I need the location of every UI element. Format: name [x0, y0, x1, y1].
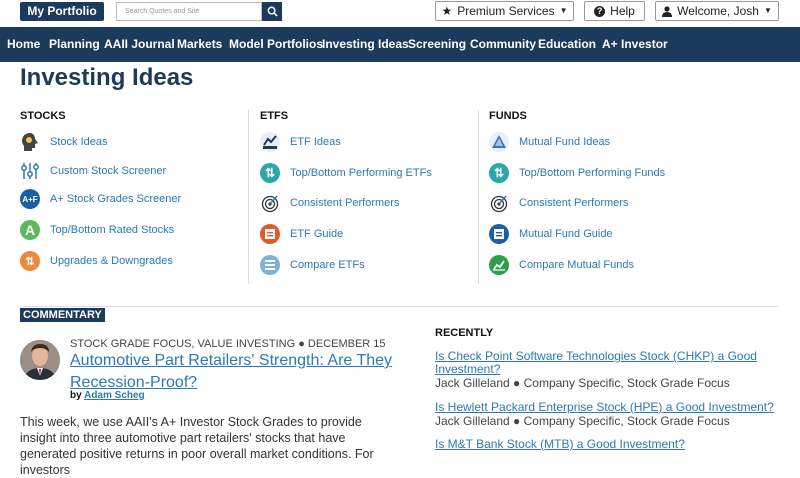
nav-investing-ideas[interactable]: Investing Ideas	[322, 27, 409, 62]
caret-down-icon: ▼	[763, 6, 772, 15]
search-icon	[267, 6, 278, 17]
nav-aaii-journal[interactable]: AAII Journal	[104, 27, 175, 62]
welcome-label: Welcome, Josh	[677, 4, 759, 18]
star-icon: ★	[441, 4, 453, 18]
consistent-performers-etf-label: Consistent Performers	[290, 197, 400, 209]
nav-markets[interactable]: Markets	[177, 27, 222, 62]
question-icon: ?	[594, 5, 606, 17]
compare-etfs-link[interactable]: Compare ETFs	[260, 254, 365, 276]
compare-mutual-funds-label: Compare Mutual Funds	[519, 259, 634, 271]
stock-ideas-label: Stock Ideas	[50, 136, 108, 148]
author-link[interactable]: Adam Scheg	[84, 390, 145, 401]
section-divider	[20, 306, 778, 307]
column-divider	[478, 110, 479, 284]
etf-ideas-link[interactable]: ETF Ideas	[260, 131, 341, 153]
top-bottom-rated-stocks-link[interactable]: A Top/Bottom Rated Stocks	[20, 219, 174, 241]
main-nav: Home Planning AAII Journal Markets Model…	[0, 27, 800, 62]
up-down-arrows-icon: ⇅	[260, 163, 280, 183]
top-bottom-performing-etfs-label: Top/Bottom Performing ETFs	[290, 167, 432, 179]
etf-ideas-label: ETF Ideas	[290, 136, 341, 148]
pyramid-icon	[489, 132, 509, 152]
premium-services-menu[interactable]: ★ Premium Services ▼	[435, 1, 574, 21]
stocks-heading: STOCKS	[20, 110, 66, 122]
a-plus-stock-grades-screener-label: A+ Stock Grades Screener	[50, 193, 182, 205]
recent-article-link[interactable]: Is Hewlett Packard Enterprise Stock (HPE…	[435, 401, 780, 414]
recent-article-link[interactable]: Is Check Point Software Technologies Sto…	[435, 350, 780, 376]
guide-book-icon	[260, 224, 280, 244]
user-menu[interactable]: Welcome, Josh ▼	[655, 1, 779, 21]
nav-model-portfolios[interactable]: Model Portfolios	[229, 27, 323, 62]
premium-services-label: Premium Services	[457, 4, 555, 18]
compare-list-icon	[260, 255, 280, 275]
top-bottom-rated-stocks-label: Top/Bottom Rated Stocks	[50, 224, 175, 236]
up-down-arrows-icon: ⇅	[489, 163, 509, 183]
recently-heading: RECENTLY	[435, 327, 494, 339]
consistent-performers-funds-label: Consistent Performers	[519, 197, 629, 209]
compare-etfs-label: Compare ETFs	[290, 259, 365, 271]
column-divider	[248, 110, 249, 284]
mutual-fund-guide-label: Mutual Fund Guide	[519, 228, 613, 240]
mutual-fund-guide-link[interactable]: Mutual Fund Guide	[489, 223, 613, 245]
etfs-heading: ETFS	[260, 110, 289, 122]
page-title: Investing Ideas	[20, 64, 194, 91]
byline-prefix: by	[70, 390, 82, 401]
search-button[interactable]	[262, 2, 282, 21]
etf-guide-label: ETF Guide	[290, 228, 344, 240]
bull-bear-icon	[260, 132, 280, 152]
lightbulb-head-icon	[20, 132, 40, 152]
my-portfolio-button[interactable]: My Portfolio	[20, 2, 104, 21]
help-button[interactable]: ? Help	[584, 1, 645, 21]
article-headline-link[interactable]: Automotive Part Retailers' Strength: Are…	[70, 350, 410, 394]
funds-heading: FUNDS	[489, 110, 527, 122]
recent-article-meta: Jack Gilleland ● Company Specific, Stock…	[435, 376, 730, 390]
top-bottom-performing-funds-label: Top/Bottom Performing Funds	[519, 167, 666, 179]
author-avatar	[20, 340, 60, 380]
nav-community[interactable]: Community	[470, 27, 536, 62]
search-input[interactable]: Search Quotes and Site	[116, 2, 262, 21]
article-byline: by Adam Scheg	[70, 390, 145, 401]
consistent-performers-etf-link[interactable]: Consistent Performers	[260, 192, 399, 214]
recent-article-meta: Jack Gilleland ● Company Specific, Stock…	[435, 414, 730, 428]
up-down-arrows-icon: ⇅	[20, 251, 40, 271]
compare-mutual-funds-link[interactable]: Compare Mutual Funds	[489, 254, 634, 276]
target-icon	[489, 193, 509, 213]
user-icon	[662, 5, 673, 17]
consistent-performers-funds-link[interactable]: Consistent Performers	[489, 192, 628, 214]
caret-down-icon: ▼	[559, 6, 568, 15]
etf-guide-link[interactable]: ETF Guide	[260, 223, 343, 245]
top-bar: My Portfolio Search Quotes and Site ★ Pr…	[0, 0, 800, 26]
grade-a-icon: A	[20, 220, 40, 240]
nav-education[interactable]: Education	[538, 27, 596, 62]
chart-icon	[489, 255, 509, 275]
guide-book-icon	[489, 224, 509, 244]
top-bottom-performing-funds-link[interactable]: ⇅ Top/Bottom Performing Funds	[489, 162, 665, 184]
commentary-label: COMMENTARY	[20, 308, 105, 322]
help-label: Help	[610, 4, 635, 18]
article-meta: STOCK GRADE FOCUS, VALUE INVESTING ● DEC…	[70, 338, 386, 350]
custom-stock-screener-link[interactable]: Custom Stock Screener	[20, 160, 166, 182]
a-plus-stock-grades-screener-link[interactable]: A+F A+ Stock Grades Screener	[20, 188, 181, 210]
nav-a-plus-investor[interactable]: A+ Investor	[602, 27, 668, 62]
top-bottom-performing-etfs-link[interactable]: ⇅ Top/Bottom Performing ETFs	[260, 162, 432, 184]
upgrades-downgrades-label: Upgrades & Downgrades	[50, 255, 173, 267]
a-plus-grades-icon: A+F	[20, 189, 40, 209]
article-excerpt: This week, we use AAII's A+ Investor Sto…	[20, 415, 374, 477]
stock-ideas-link[interactable]: Stock Ideas	[20, 131, 107, 153]
mutual-fund-ideas-link[interactable]: Mutual Fund Ideas	[489, 131, 610, 153]
nav-planning[interactable]: Planning	[49, 27, 100, 62]
mutual-fund-ideas-label: Mutual Fund Ideas	[519, 136, 611, 148]
nav-home[interactable]: Home	[7, 27, 40, 62]
target-icon	[260, 193, 280, 213]
recent-article-link[interactable]: Is M&T Bank Stock (MTB) a Good Investmen…	[435, 438, 780, 451]
sliders-icon	[20, 161, 40, 181]
nav-screening[interactable]: Screening	[408, 27, 466, 62]
custom-stock-screener-label: Custom Stock Screener	[50, 165, 167, 177]
upgrades-downgrades-link[interactable]: ⇅ Upgrades & Downgrades	[20, 250, 173, 272]
